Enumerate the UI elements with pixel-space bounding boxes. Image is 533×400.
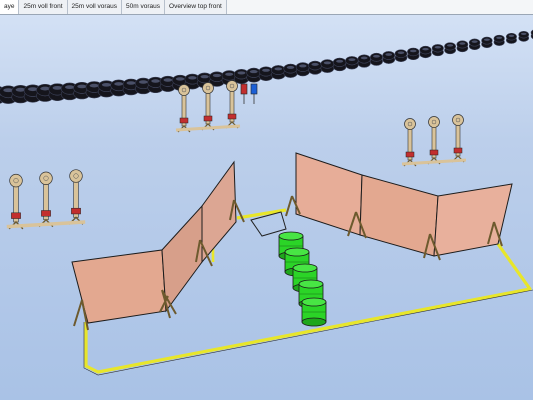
- tab-25m-voll-voraus[interactable]: 25m voll voraus: [67, 0, 123, 14]
- small-target-pair: [240, 83, 258, 104]
- tire: [407, 47, 420, 57]
- tire: [258, 66, 274, 77]
- tire: [283, 63, 298, 74]
- tire: [518, 31, 530, 39]
- tire: [456, 40, 469, 49]
- steel-target: [201, 82, 215, 131]
- tire: [332, 57, 347, 67]
- tire: [382, 51, 396, 60]
- steel-target: [8, 173, 24, 230]
- scene-tab-bar: aye 25m voll front 25m voll voraus 50m v…: [0, 0, 533, 15]
- steel-target: [177, 84, 191, 133]
- tire: [481, 36, 493, 45]
- barrel: [301, 297, 327, 327]
- tire: [246, 67, 262, 78]
- barrel-stack: [278, 231, 327, 327]
- tab-aye[interactable]: aye: [0, 0, 20, 14]
- barricade-panels-left: [71, 160, 237, 324]
- tire: [308, 60, 322, 71]
- tire: [357, 54, 371, 64]
- steel-target: [427, 116, 441, 165]
- steel-target: [403, 118, 417, 167]
- steel-target: [38, 171, 54, 228]
- steel-target: [225, 80, 239, 129]
- tab-25m-voll-front[interactable]: 25m voll front: [19, 0, 68, 14]
- tire: [271, 65, 286, 75]
- range-model: [0, 29, 533, 376]
- tire: [444, 42, 456, 51]
- steel-target-stand-left: [6, 169, 86, 230]
- tire-wall: [0, 29, 533, 104]
- tire: [320, 59, 335, 69]
- sketchup-window: aye 25m voll front 25m voll voraus 50m v…: [0, 0, 533, 400]
- steel-target: [451, 114, 465, 163]
- barricade-panels-right: [295, 152, 513, 257]
- tire: [431, 44, 444, 53]
- tire: [419, 45, 432, 55]
- steel-target-stand-right: [401, 114, 467, 167]
- tire: [394, 49, 408, 59]
- steel-target: [68, 169, 84, 225]
- tab-50m-voraus[interactable]: 50m voraus: [122, 0, 166, 14]
- tire: [370, 52, 383, 62]
- tire: [345, 56, 359, 66]
- tire: [295, 62, 310, 72]
- tire: [506, 32, 517, 41]
- tire: [468, 38, 481, 47]
- steel-target-stand-center: [175, 80, 241, 133]
- tire: [493, 34, 505, 43]
- 3d-viewport[interactable]: [0, 14, 533, 400]
- tab-overview-top-front[interactable]: Overview top front: [165, 0, 227, 14]
